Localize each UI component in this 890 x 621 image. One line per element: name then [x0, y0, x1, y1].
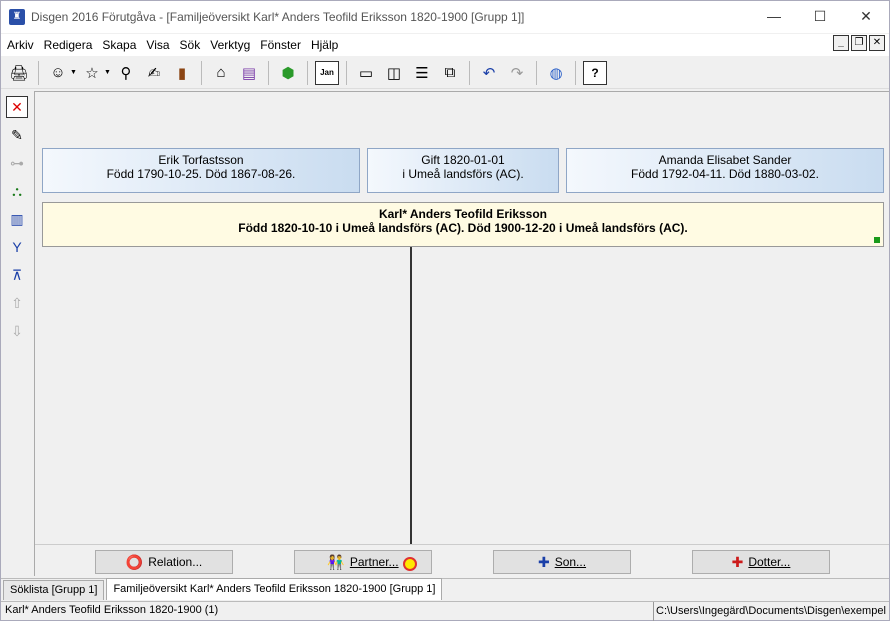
hierarchy-icon[interactable]: ⊼: [6, 264, 28, 286]
status-indicator: [874, 237, 880, 243]
father-box[interactable]: Erik Torfastsson Född 1790-10-25. Död 18…: [42, 148, 360, 193]
descendants-icon[interactable]: Y: [6, 236, 28, 258]
help-icon[interactable]: ?: [583, 60, 607, 85]
add-daughter-button[interactable]: ✚ Dotter...: [692, 550, 830, 574]
rings-icon: ⭕: [125, 553, 144, 570]
relation-label: Relation...: [148, 555, 203, 569]
print-icon[interactable]: 🖨: [7, 61, 31, 85]
close-button[interactable]: ✕: [843, 1, 889, 31]
binoculars-icon[interactable]: ⚲: [114, 61, 138, 85]
status-bar: Karl* Anders Teofild Eriksson 1820-1900 …: [1, 601, 889, 621]
mother-box[interactable]: Amanda Elisabet Sander Född 1792-04-11. …: [566, 148, 884, 193]
status-person: Karl* Anders Teofild Eriksson 1820-1900 …: [5, 604, 219, 616]
left-toolbar: ✕ ✎ ⊶ ⛬ ▥ Y ⊼ ⇧ ⇩: [3, 91, 31, 576]
menu-visa[interactable]: Visa: [141, 34, 174, 56]
app-window: ♜ Disgen 2016 Förutgåva - [Familjeöversi…: [0, 0, 890, 621]
family-overview-canvas: Erik Torfastsson Född 1790-10-25. Död 18…: [34, 91, 889, 577]
marriage-place: i Umeå landsförs (AC).: [402, 167, 524, 181]
add-son-button[interactable]: ✚ Son...: [493, 550, 631, 574]
mother-details: Född 1792-04-11. Död 1880-03-02.: [631, 167, 819, 181]
mdi-minimize-button[interactable]: _: [833, 35, 849, 51]
menu-sok[interactable]: Sök: [175, 34, 206, 56]
partner-connector-line: [410, 247, 412, 564]
star-person-icon[interactable]: ☆: [80, 61, 104, 85]
status-path: C:\Users\Ingegärd\Documents\Disgen\exemp…: [653, 602, 887, 621]
son-label: Son...: [554, 555, 587, 569]
layout-horizontal-icon[interactable]: ☰: [410, 61, 434, 85]
menu-skapa[interactable]: Skapa: [97, 34, 141, 56]
delete-icon[interactable]: ✕: [6, 96, 28, 118]
father-name: Erik Torfastsson: [158, 153, 244, 167]
map-icon[interactable]: ⬢: [276, 61, 300, 85]
up-disabled-icon: ⇧: [11, 294, 23, 311]
title-bar: ♜ Disgen 2016 Förutgåva - [Familjeöversi…: [1, 1, 889, 33]
down-disabled-icon: ⇩: [11, 322, 23, 339]
partner-label: Partner...: [349, 555, 399, 569]
menu-hjalp[interactable]: Hjälp: [306, 34, 343, 56]
app-icon: ♜: [9, 9, 25, 25]
cursor-highlight: [403, 557, 417, 571]
menu-redigera[interactable]: Redigera: [39, 34, 98, 56]
edit-document-icon[interactable]: ✎: [6, 124, 28, 146]
daughter-icon: ✚: [731, 553, 744, 570]
marriage-date: Gift 1820-01-01: [421, 153, 505, 167]
person-icon[interactable]: ☺: [46, 61, 70, 85]
columns-icon[interactable]: ▥: [6, 208, 28, 230]
couple-icon: 👫: [327, 553, 345, 570]
daughter-label: Dotter...: [748, 555, 791, 569]
marriage-box[interactable]: Gift 1820-01-01 i Umeå landsförs (AC).: [367, 148, 559, 193]
home-icon[interactable]: ⌂: [209, 61, 233, 85]
document-tabs: Söklista [Grupp 1] Familjeöversikt Karl*…: [1, 578, 889, 600]
tab-soklista[interactable]: Söklista [Grupp 1]: [3, 580, 105, 600]
layout-cascade-icon[interactable]: ⧉: [438, 61, 462, 85]
layout-vertical-icon[interactable]: ◫: [382, 61, 406, 85]
layout-single-icon[interactable]: ▭: [354, 61, 378, 85]
main-person-details: Född 1820-10-10 i Umeå landsförs (AC). D…: [238, 221, 688, 235]
undo-icon[interactable]: ↶: [477, 61, 501, 85]
menu-bar: Arkiv Redigera Skapa Visa Sök Verktyg Fö…: [1, 34, 889, 56]
person-dropdown-icon[interactable]: ▼: [70, 69, 78, 76]
maximize-button[interactable]: ☐: [797, 1, 843, 31]
main-person-name: Karl* Anders Teofild Eriksson: [378, 207, 548, 221]
mdi-controls: _ ❐ ✕: [833, 35, 885, 51]
toolbar: 🖨 ☺ ▼ ☆ ▼ ⚲ ✍ ▮ ⌂ ▤ ⬢ Jan ▭ ◫ ☰ ⧉ ↶ ↷ ◍ …: [1, 57, 889, 89]
father-details: Född 1790-10-25. Död 1867-08-26.: [106, 167, 296, 181]
tab-familjeoversikt[interactable]: Familjeöversikt Karl* Anders Teofild Eri…: [106, 578, 443, 600]
action-button-bar: ⭕ Relation... 👫 Partner... ✚ Son... ✚ Do…: [35, 544, 889, 577]
tree-disabled-icon: ⊶: [10, 154, 24, 171]
family-group-icon[interactable]: ⛬: [6, 180, 28, 202]
redo-icon[interactable]: ↷: [505, 61, 529, 85]
mdi-close-button[interactable]: ✕: [869, 35, 885, 51]
hand-icon[interactable]: ✍: [142, 61, 166, 85]
son-icon: ✚: [537, 553, 550, 570]
mdi-restore-button[interactable]: ❐: [851, 35, 867, 51]
relation-button[interactable]: ⭕ Relation...: [95, 550, 233, 574]
mother-name: Amanda Elisabet Sander: [658, 153, 792, 167]
menu-fonster[interactable]: Fönster: [255, 34, 306, 56]
calendar-icon[interactable]: Jan: [315, 60, 339, 85]
menu-verktyg[interactable]: Verktyg: [205, 34, 255, 56]
minimize-button[interactable]: —: [751, 1, 797, 31]
main-person-box[interactable]: Karl* Anders Teofild Eriksson Född 1820-…: [42, 202, 884, 247]
menu-arkiv[interactable]: Arkiv: [1, 34, 39, 56]
book-icon[interactable]: ▮: [170, 61, 194, 85]
globe-icon[interactable]: ◍: [544, 61, 568, 85]
star-dropdown-icon[interactable]: ▼: [104, 69, 112, 76]
books-icon[interactable]: ▤: [237, 61, 261, 85]
window-title: Disgen 2016 Förutgåva - [Familjeöversikt…: [31, 10, 525, 24]
